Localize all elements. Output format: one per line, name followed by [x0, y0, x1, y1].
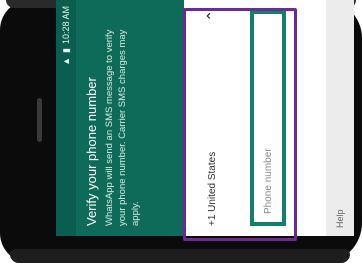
- help-button[interactable]: Help: [326, 0, 354, 236]
- battery-icon: ▮: [60, 48, 71, 53]
- phone-device: ▲ ▮ 10:28 AM Verify your phone number Wh…: [0, 0, 362, 263]
- help-label: Help: [335, 209, 345, 228]
- page-title: Verify your phone number: [84, 77, 99, 226]
- status-time: 10:28 AM: [61, 6, 71, 45]
- signal-icon: ▲: [61, 56, 71, 66]
- page-description: WhatsApp will send an SMS message to ver…: [104, 29, 141, 226]
- status-bar: ▲ ▮ 10:28 AM: [56, 0, 76, 236]
- speaker-slot: [37, 98, 42, 142]
- highlight-box: [183, 8, 297, 241]
- header: Verify your phone number WhatsApp will s…: [76, 0, 184, 236]
- phone-bottom-edge: [10, 249, 350, 263]
